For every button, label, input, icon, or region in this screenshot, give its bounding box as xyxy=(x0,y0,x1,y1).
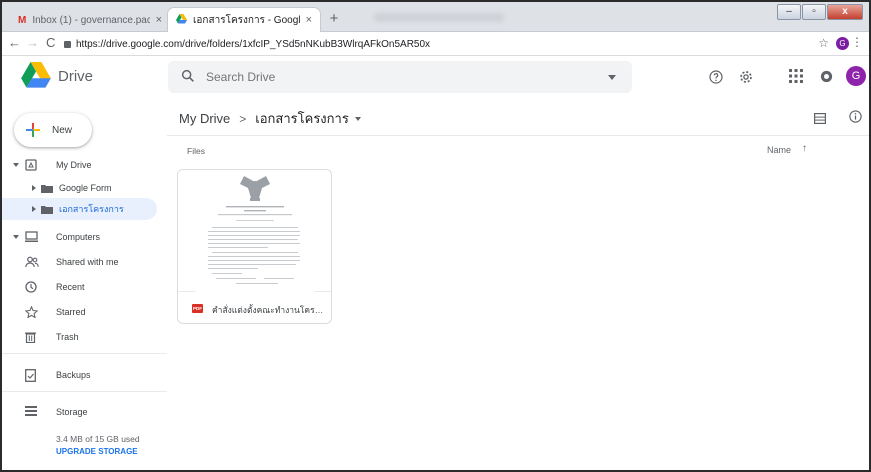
help-icon[interactable] xyxy=(708,69,724,90)
file-card[interactable]: PDF คำสั่งแต่งตั้งคณะทำงานโครงก... xyxy=(177,169,332,324)
tab-drive[interactable]: เอกสารโครงการ - Google Drive × xyxy=(168,8,320,32)
pdf-file-icon: PDF xyxy=(192,304,203,313)
folder-icon xyxy=(41,184,53,195)
gmail-icon: M xyxy=(18,14,27,26)
drive-logo-icon[interactable] xyxy=(21,62,51,94)
sidebar-item-label: Google Form xyxy=(59,183,112,193)
sidebar-item-label: Starred xyxy=(56,307,86,317)
browser-profile-avatar[interactable]: G xyxy=(836,37,849,50)
storage-icon xyxy=(25,406,37,418)
new-tab-button[interactable]: + xyxy=(324,9,344,29)
search-input[interactable] xyxy=(206,67,586,87)
app-name[interactable]: Drive xyxy=(58,68,93,85)
backup-icon xyxy=(25,369,36,384)
content-divider xyxy=(167,135,869,136)
sidebar-item-storage[interactable]: Storage xyxy=(2,401,167,423)
clock-icon xyxy=(25,281,37,295)
sidebar-item-my-drive[interactable]: My Drive xyxy=(2,154,167,176)
storage-usage-text: 3.4 MB of 15 GB used xyxy=(56,434,140,444)
maximize-icon[interactable]: ▫ xyxy=(802,4,826,20)
sidebar-item-backups[interactable]: Backups xyxy=(2,364,167,386)
sidebar: New My Drive Google Form เอกสารโครงการ C… xyxy=(2,97,167,470)
sidebar-item-recent[interactable]: Recent xyxy=(2,276,167,298)
upgrade-storage-link[interactable]: UPGRADE STORAGE xyxy=(56,447,138,456)
browser-menu-icon[interactable]: ⋮ xyxy=(851,35,863,49)
file-name: คำสั่งแต่งตั้งคณะทำงานโครงก... xyxy=(212,305,326,315)
expand-caret-icon[interactable] xyxy=(32,185,36,191)
lock-icon xyxy=(64,40,71,48)
sidebar-item-label: Shared with me xyxy=(56,257,119,267)
my-drive-icon xyxy=(25,159,37,173)
account-avatar[interactable]: G xyxy=(846,66,866,86)
sidebar-item-computers[interactable]: Computers xyxy=(2,226,167,248)
list-view-icon[interactable] xyxy=(814,111,827,129)
info-icon[interactable] xyxy=(848,109,863,129)
sidebar-item-trash[interactable]: Trash xyxy=(2,326,167,348)
sidebar-item-label: Recent xyxy=(56,282,85,292)
bookmark-star-icon[interactable]: ☆ xyxy=(818,36,829,50)
drive-header: Drive G xyxy=(2,57,869,97)
sidebar-item-label: Computers xyxy=(56,232,101,242)
tab-strip: M Inbox (1) - governance.pacc@gm × เอกสา… xyxy=(2,2,869,32)
url-text: https://drive.google.com/drive/folders/1… xyxy=(76,38,431,50)
browser-window: M Inbox (1) - governance.pacc@gm × เอกสา… xyxy=(0,0,871,472)
address-bar[interactable]: https://drive.google.com/drive/folders/1… xyxy=(64,35,430,53)
files-section-label: Files xyxy=(187,146,205,156)
breadcrumb: My Drive > เอกสารโครงการ xyxy=(179,108,361,129)
shared-icon xyxy=(25,256,39,270)
sort-by-name[interactable]: Name xyxy=(767,145,791,155)
forward-icon[interactable]: → xyxy=(26,35,39,50)
search-options-icon[interactable] xyxy=(608,75,616,80)
tab-label: เอกสารโครงการ - Google Drive xyxy=(193,14,300,26)
drive-icon xyxy=(176,13,187,27)
browser-toolbar: ← → C https://drive.google.com/drive/fol… xyxy=(2,32,869,56)
plus-icon xyxy=(26,123,40,137)
settings-gear-icon[interactable] xyxy=(738,69,754,90)
tab-label: Inbox (1) - governance.pacc@gm xyxy=(32,14,149,26)
folder-menu-caret-icon[interactable] xyxy=(354,116,361,121)
sidebar-divider xyxy=(2,391,167,392)
expand-caret-icon[interactable] xyxy=(32,206,36,212)
sidebar-item-label: Trash xyxy=(56,332,79,342)
search-bar[interactable] xyxy=(168,61,632,93)
breadcrumb-root[interactable]: My Drive xyxy=(179,111,230,126)
apps-grid-icon[interactable] xyxy=(789,69,803,88)
sidebar-item-shared-with-me[interactable]: Shared with me xyxy=(2,251,167,273)
close-tab-icon[interactable]: × xyxy=(156,14,162,26)
sidebar-item-label: Backups xyxy=(56,370,91,380)
close-tab-icon[interactable]: × xyxy=(306,14,312,26)
sidebar-item-label: Storage xyxy=(56,407,88,417)
folder-icon xyxy=(41,205,53,216)
sort-direction-arrow-icon[interactable]: ↑ xyxy=(802,143,807,154)
sidebar-item-project-docs[interactable]: เอกสารโครงการ xyxy=(2,198,157,220)
main-content: My Drive > เอกสารโครงการ Files Name ↑ PD… xyxy=(167,97,869,470)
sidebar-item-label: เอกสารโครงการ xyxy=(59,204,124,214)
minimize-icon[interactable]: – xyxy=(777,4,801,20)
expand-caret-icon[interactable] xyxy=(13,163,19,167)
back-icon[interactable]: ← xyxy=(8,35,21,50)
document-preview-image xyxy=(196,170,314,292)
breadcrumb-current-folder[interactable]: เอกสารโครงการ xyxy=(255,108,349,129)
sidebar-divider xyxy=(2,353,167,354)
expand-caret-icon[interactable] xyxy=(13,235,19,239)
breadcrumb-separator-icon: > xyxy=(239,111,247,126)
file-thumbnail xyxy=(178,170,331,292)
new-button-label: New xyxy=(52,124,73,136)
star-icon xyxy=(24,305,39,320)
tab-gmail[interactable]: M Inbox (1) - governance.pacc@gm × xyxy=(10,8,170,32)
trash-icon xyxy=(25,331,36,345)
search-icon[interactable] xyxy=(180,68,196,89)
blurred-tab xyxy=(374,13,504,22)
window-controls: – ▫ x xyxy=(777,4,863,20)
sidebar-item-label: My Drive xyxy=(56,160,92,170)
new-button[interactable]: New xyxy=(14,113,92,147)
computer-icon xyxy=(25,231,38,245)
sidebar-item-starred[interactable]: Starred xyxy=(2,301,167,323)
notifications-icon[interactable] xyxy=(819,69,834,89)
close-icon[interactable]: x xyxy=(827,4,863,20)
reload-icon[interactable]: C xyxy=(46,35,55,50)
sidebar-item-google-form[interactable]: Google Form xyxy=(2,177,167,199)
